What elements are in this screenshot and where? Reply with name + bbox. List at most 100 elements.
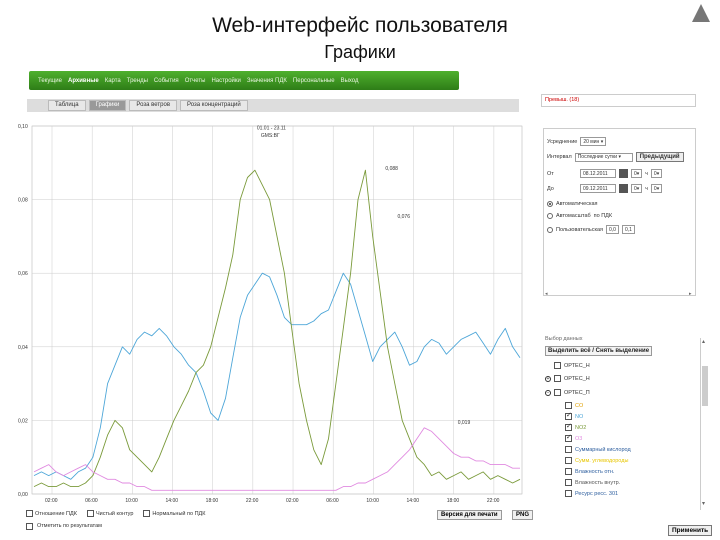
x-tick-label: 10:00 [366, 498, 379, 504]
view-tabs: Таблица Графики Роза ветров Роза концент… [27, 99, 519, 112]
menu-item-events[interactable]: События [151, 78, 182, 84]
controls-scrollbar[interactable]: ◂ ▸ [545, 290, 695, 295]
tab-concentration-rose[interactable]: Роза концентраций [180, 100, 248, 111]
param-checkbox[interactable] [565, 433, 572, 442]
alerts-box[interactable]: Превыш. (18) [541, 94, 696, 107]
from-calendar-icon[interactable] [619, 169, 628, 178]
menu-item-limits[interactable]: Значения ПДК [244, 78, 290, 84]
menu-item-reports[interactable]: Отчеты [182, 78, 209, 84]
scale-pdk-suffix: по ПДК [593, 213, 613, 219]
param-label: NO [575, 413, 584, 420]
menu-item-archive[interactable]: Архивные [65, 78, 102, 84]
interval-select[interactable]: Последние сутки ▾ [574, 152, 633, 162]
data-selection-scrollbar[interactable]: ▴ ▾ [700, 338, 708, 510]
svg-text:▸: ▸ [689, 291, 692, 295]
from-date-input[interactable]: 08.12.2011 [580, 169, 616, 178]
print-version-button[interactable]: Версия для печати [437, 510, 502, 520]
param-label: Сумм. углеводороды [575, 457, 629, 464]
tree-node-label: ОРТЕС_Н [564, 375, 590, 382]
chart-annotation: 0,019 [458, 420, 471, 426]
param-checkbox[interactable] [565, 479, 572, 486]
x-tick-label: 14:00 [166, 498, 179, 504]
legend-checkbox[interactable] [26, 510, 33, 517]
menu-item-personal[interactable]: Персональные [290, 78, 338, 84]
legend-checkbox[interactable] [26, 523, 33, 530]
to-label: До [547, 185, 554, 192]
chart-annotation: 0,088 [385, 166, 398, 172]
data-selection-panel: Выбор данных Выделить всё / Снять выделе… [543, 334, 696, 512]
from-hour-unit: ч [645, 170, 648, 177]
to-hour-select[interactable]: 0 ▾ [631, 184, 643, 193]
node-checkbox[interactable] [554, 362, 561, 369]
legend-checkbox[interactable] [143, 510, 151, 517]
to-calendar-icon[interactable] [619, 184, 628, 193]
param-label: Влажность отн. [575, 468, 615, 475]
scale-pdk-radio[interactable] [547, 213, 553, 219]
previous-button[interactable]: Предыдущий [635, 152, 684, 162]
to-date-input[interactable]: 09.12.2011 [580, 184, 616, 193]
chart-annotation: 0,076 [397, 214, 410, 220]
tab-table[interactable]: Таблица [48, 100, 86, 111]
period-label: Усреднение [547, 138, 578, 145]
scale-auto-radio[interactable] [547, 201, 553, 207]
y-tick-label: 0,00 [18, 492, 28, 498]
from-minute-select[interactable]: 0 ▾ [650, 169, 663, 178]
menu-item-trends[interactable]: Тренды [124, 78, 151, 84]
x-tick-label: 22:00 [487, 498, 500, 504]
param-label: Ресурс ресс. 301 [575, 490, 619, 497]
from-label: От [547, 170, 554, 177]
param-checkbox[interactable] [565, 490, 572, 497]
param-label: O3 [575, 435, 583, 442]
x-tick-label: 02:00 [45, 498, 58, 504]
menu-item-current[interactable]: Текущие [35, 78, 65, 84]
x-tick-label: 14:00 [407, 498, 420, 504]
param-label: Суммарный кислород [575, 446, 631, 453]
x-tick-label: 06:00 [85, 498, 98, 504]
select-all-button[interactable]: Выделить всё / Снять выделение [545, 346, 653, 356]
alerts-label[interactable]: Превыш. (18) [545, 97, 579, 103]
param-checkbox[interactable] [565, 446, 572, 453]
plot-frame [31, 125, 523, 495]
x-tick-label: 18:00 [447, 498, 460, 504]
param-checkbox[interactable] [565, 422, 572, 431]
interval-label: Интервал [547, 154, 572, 160]
from-hour-select[interactable]: 0 ▾ [631, 169, 643, 178]
png-export-button[interactable]: PNG [512, 510, 534, 520]
scale-custom-to-input[interactable]: 0,1 [621, 225, 635, 234]
y-tick-label: 0,06 [18, 271, 28, 277]
x-tick-label: 06:00 [326, 498, 339, 504]
period-select[interactable]: 20 мин ▾ [580, 137, 607, 146]
collapse-icon[interactable]: − [545, 389, 551, 396]
scale-custom-from-input[interactable]: 0,0 [606, 225, 619, 234]
y-tick-label: 0,08 [18, 198, 28, 204]
chart-annotation: 01.01 - 23.11 [257, 126, 286, 132]
chart-annotation: GMS:ВГ [261, 133, 280, 139]
tree-node-label: ОРТЕС_Н [564, 362, 590, 369]
scroll-up-triangle-icon[interactable] [692, 4, 710, 22]
param-label: Влажность внутр. [575, 479, 621, 486]
param-label: NO2 [575, 424, 587, 431]
param-checkbox[interactable] [565, 411, 572, 420]
legend-label: Отношение ПДК [35, 510, 77, 517]
tab-wind-rose[interactable]: Роза ветров [129, 100, 178, 111]
tab-charts[interactable]: Графики [88, 100, 127, 111]
param-checkbox[interactable] [565, 457, 572, 464]
y-tick-label: 0,10 [18, 124, 28, 130]
legend-row-2: Отметить по результатам [26, 523, 102, 530]
svg-text:◂: ◂ [545, 291, 548, 295]
to-minute-select[interactable]: 0 ▾ [650, 184, 663, 193]
chart-controls-panel: Усреднение 20 мин ▾ Интервал Последние с… [543, 128, 696, 296]
scale-pdk-label: Автомасштаб [556, 213, 591, 219]
menu-item-logout[interactable]: Выход [338, 78, 362, 84]
menu-item-settings[interactable]: Настройки [208, 78, 243, 84]
chart-area: 0,00 0,02 0,04 0,06 0,08 0,10 02:00 06:00 10:00 1… [18, 120, 523, 505]
scale-custom-radio[interactable] [547, 226, 553, 233]
node-checkbox[interactable] [554, 375, 561, 382]
node-checkbox[interactable] [554, 389, 561, 396]
menu-item-map[interactable]: Карта [102, 78, 124, 84]
expand-icon[interactable]: + [545, 375, 551, 382]
param-checkbox[interactable] [565, 402, 572, 409]
param-checkbox[interactable] [565, 468, 572, 475]
legend-checkbox[interactable] [86, 510, 94, 517]
apply-button[interactable]: Применить [668, 525, 713, 536]
